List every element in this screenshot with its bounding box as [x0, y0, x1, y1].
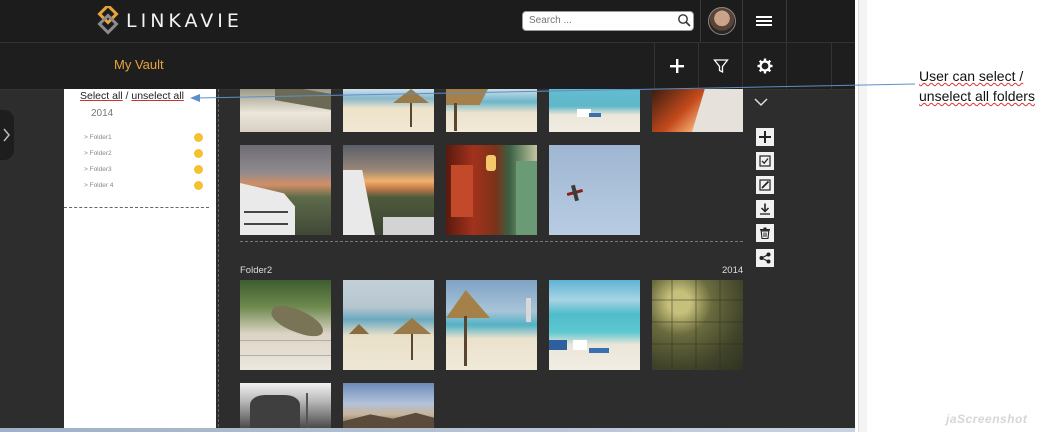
annotation-arrow — [190, 83, 916, 102]
annotation-text: User can select / unselect all folders — [919, 66, 1035, 106]
watermark: jaScreenshot — [946, 412, 1028, 426]
annotation-line: unselect all folders — [919, 88, 1035, 104]
annotation-line: User can select / — [919, 68, 1024, 84]
